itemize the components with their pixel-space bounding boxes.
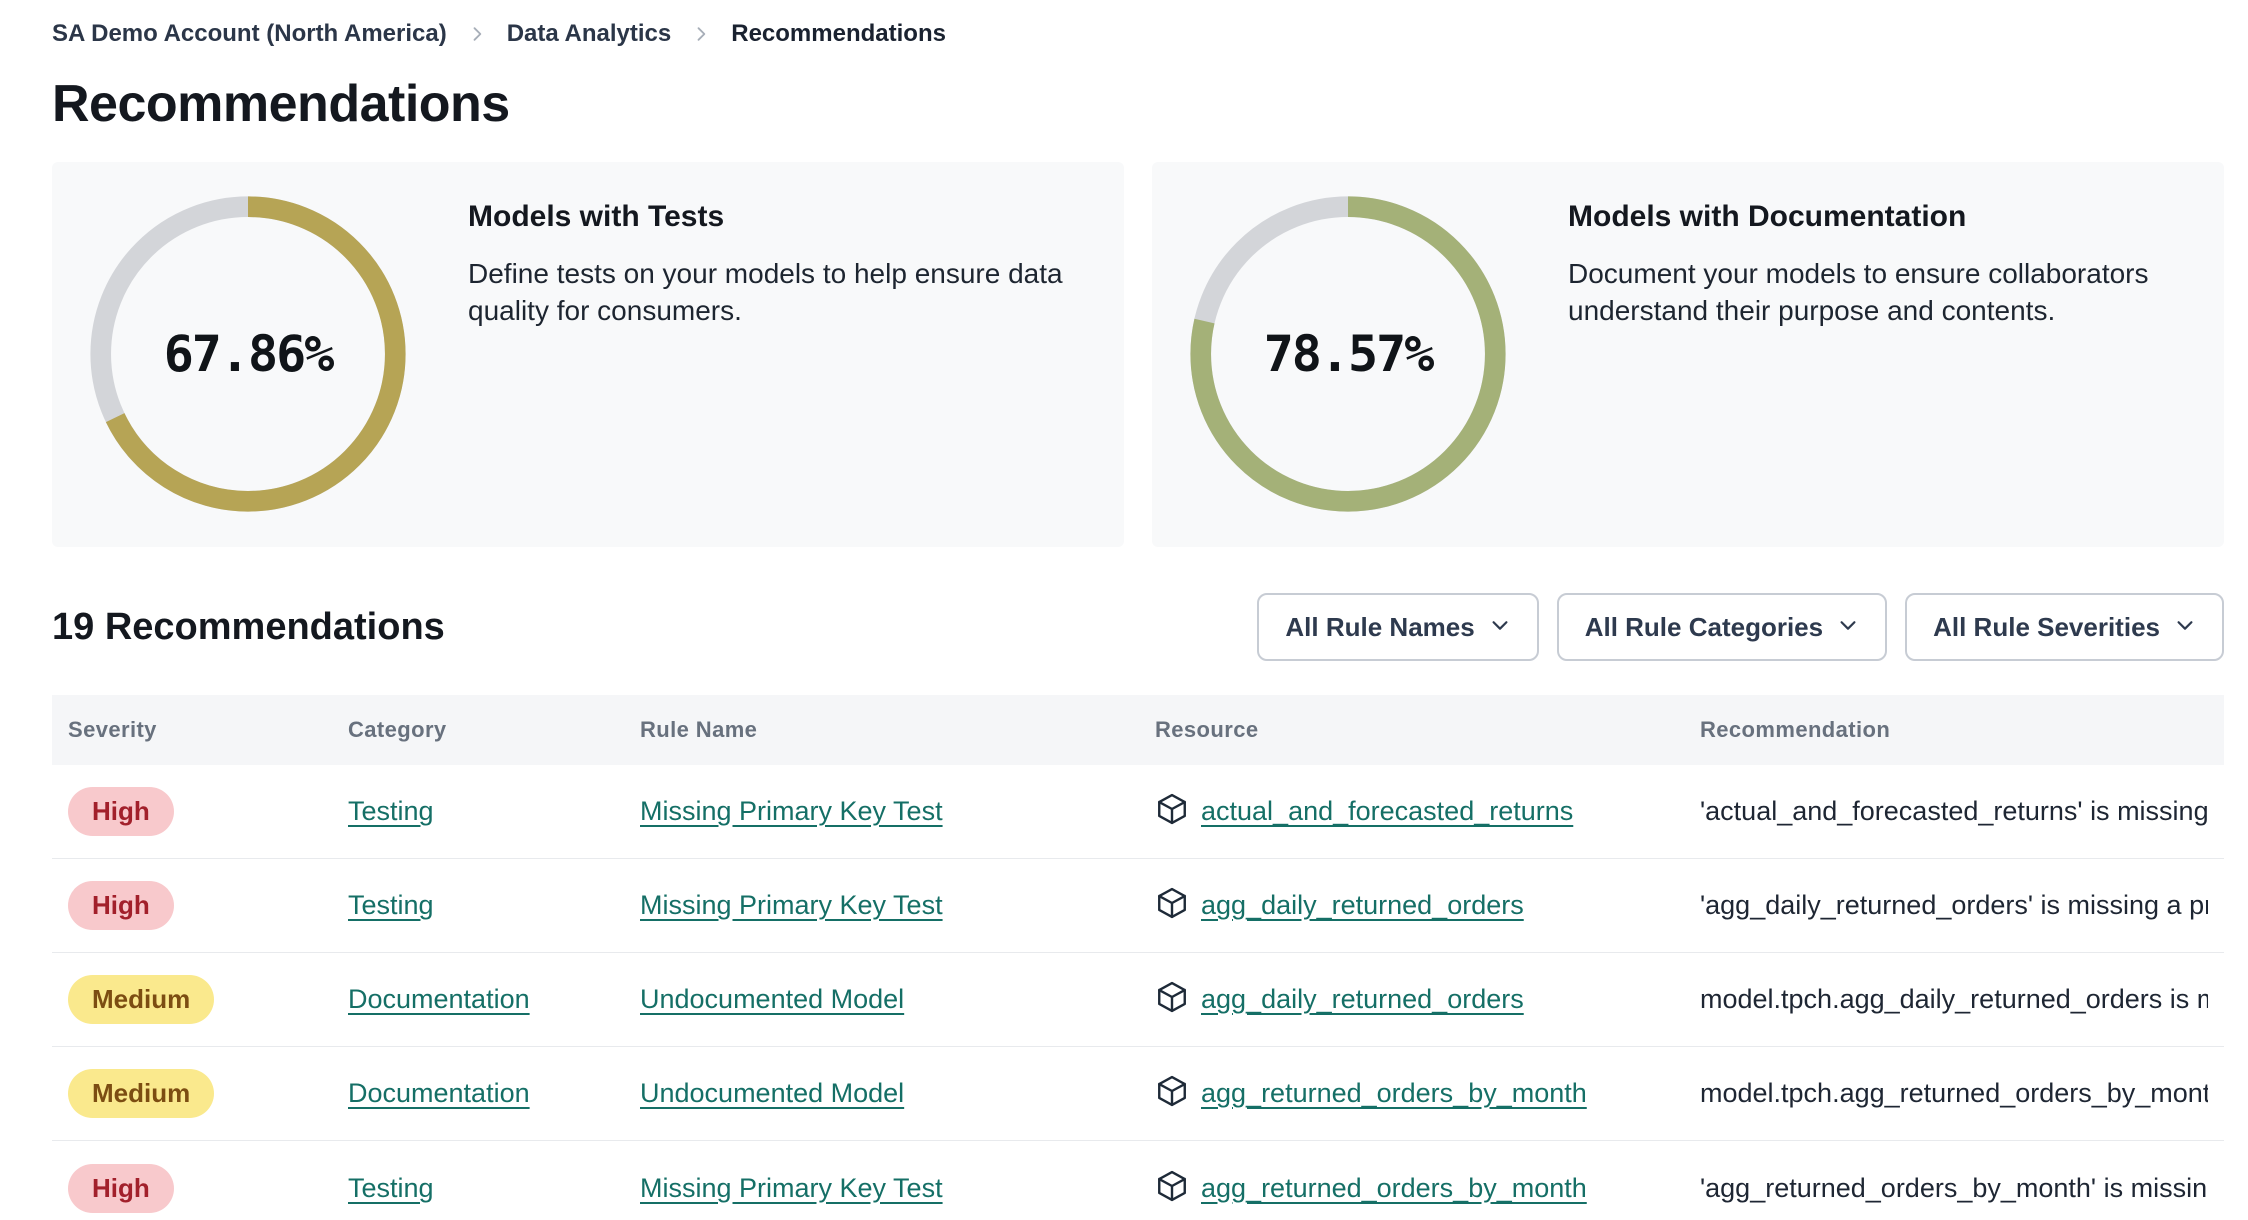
resource-link[interactable]: agg_daily_returned_orders	[1201, 984, 1524, 1015]
rule-name-link[interactable]: Undocumented Model	[640, 1078, 904, 1108]
column-header-recommendation: Recommendation	[1700, 717, 1891, 742]
recommendations-table: Severity Category Rule Name Resource Rec…	[52, 695, 2224, 1220]
model-cube-icon	[1155, 1074, 1189, 1113]
tests-card-description: Define tests on your models to help ensu…	[468, 258, 1063, 326]
recommendations-count-heading: 19 Recommendations	[52, 605, 445, 648]
recommendations-page: SA Demo Account (North America) Data Ana…	[0, 0, 2248, 1220]
table-row: Medium Documentation Undocumented Model …	[52, 953, 2224, 1047]
rule-name-link[interactable]: Missing Primary Key Test	[640, 1173, 943, 1203]
table-body: High Testing Missing Primary Key Test ac…	[52, 765, 2224, 1220]
rule-categories-filter-dropdown[interactable]: All Rule Categories	[1556, 593, 1888, 661]
filters: All Rule Names All Rule Categories All R…	[1257, 593, 2224, 661]
docs-card-text: Models with Documentation Document your …	[1568, 192, 2194, 330]
table-header-row: Severity Category Rule Name Resource Rec…	[52, 695, 2224, 765]
tests-donut-chart: 67.86%	[86, 192, 410, 516]
column-header-severity: Severity	[68, 717, 157, 742]
severity-badge: High	[68, 1163, 174, 1213]
docs-card-title: Models with Documentation	[1568, 200, 1967, 233]
rule-name-link[interactable]: Undocumented Model	[640, 984, 904, 1014]
rule-names-filter-label: All Rule Names	[1285, 611, 1475, 642]
model-cube-icon	[1155, 792, 1189, 831]
resource-link[interactable]: agg_returned_orders_by_month	[1201, 1173, 1587, 1204]
severity-badge: Medium	[68, 975, 215, 1024]
stat-cards: 67.86% Models with Tests Define tests on…	[52, 162, 2224, 547]
rule-name-link[interactable]: Missing Primary Key Test	[640, 796, 943, 826]
column-header-resource: Resource	[1155, 717, 1259, 742]
tests-card-text: Models with Tests Define tests on your m…	[468, 192, 1094, 330]
column-header-rule-name: Rule Name	[640, 717, 758, 742]
docs-percent-label: 78.57%	[1263, 325, 1435, 383]
category-link[interactable]: Testing	[348, 890, 434, 920]
recommendation-text: 'actual_and_forecasted_returns' is missi…	[1700, 796, 2208, 826]
breadcrumb-account-link[interactable]: SA Demo Account (North America)	[52, 20, 447, 48]
rule-names-filter-dropdown[interactable]: All Rule Names	[1257, 593, 1539, 661]
table-row: High Testing Missing Primary Key Test ag…	[52, 1141, 2224, 1220]
model-cube-icon	[1155, 980, 1189, 1019]
rule-severities-filter-label: All Rule Severities	[1933, 611, 2160, 642]
table-row: Medium Documentation Undocumented Model …	[52, 1047, 2224, 1141]
table-row: High Testing Missing Primary Key Test ag…	[52, 859, 2224, 953]
category-link[interactable]: Documentation	[348, 984, 530, 1014]
table-row: High Testing Missing Primary Key Test ac…	[52, 765, 2224, 859]
models-with-docs-card: 78.57% Models with Documentation Documen…	[1152, 162, 2224, 547]
page-title: Recommendations	[52, 75, 510, 133]
recommendation-text: 'agg_returned_orders_by_month' is missin…	[1700, 1172, 2208, 1203]
model-cube-icon	[1155, 1169, 1189, 1208]
chevron-down-icon	[1837, 612, 1859, 643]
breadcrumb-current: Recommendations	[731, 20, 946, 47]
models-with-tests-card: 67.86% Models with Tests Define tests on…	[52, 162, 1124, 547]
chevron-down-icon	[1489, 612, 1511, 643]
docs-card-description: Document your models to ensure collabora…	[1568, 258, 2149, 326]
docs-donut-chart: 78.57%	[1186, 192, 1510, 516]
column-header-category: Category	[348, 717, 447, 742]
breadcrumb-project-link[interactable]: Data Analytics	[507, 20, 672, 48]
resource-link[interactable]: agg_daily_returned_orders	[1201, 890, 1524, 921]
severity-badge: High	[68, 787, 174, 836]
resource-link[interactable]: actual_and_forecasted_returns	[1201, 796, 1573, 827]
rule-severities-filter-dropdown[interactable]: All Rule Severities	[1905, 593, 2224, 661]
rule-categories-filter-label: All Rule Categories	[1584, 611, 1824, 642]
tests-card-title: Models with Tests	[468, 200, 725, 233]
rule-name-link[interactable]: Missing Primary Key Test	[640, 890, 943, 920]
category-link[interactable]: Testing	[348, 1173, 434, 1203]
chevron-down-icon	[2174, 612, 2196, 643]
model-cube-icon	[1155, 886, 1189, 925]
tests-percent-label: 67.86%	[163, 325, 335, 383]
resource-link[interactable]: agg_returned_orders_by_month	[1201, 1078, 1587, 1109]
severity-badge: Medium	[68, 1069, 215, 1118]
category-link[interactable]: Testing	[348, 796, 434, 826]
severity-badge: High	[68, 881, 174, 930]
category-link[interactable]: Documentation	[348, 1078, 530, 1108]
chevron-right-icon	[691, 24, 711, 44]
recommendation-text: model.tpch.agg_daily_returned_orders is …	[1700, 984, 2208, 1014]
list-header: 19 Recommendations All Rule Names All Ru…	[52, 593, 2224, 661]
breadcrumb: SA Demo Account (North America) Data Ana…	[52, 20, 2224, 48]
recommendation-text: 'agg_daily_returned_orders' is missing a…	[1700, 890, 2208, 920]
recommendation-text: model.tpch.agg_returned_orders_by_month …	[1700, 1078, 2208, 1108]
chevron-right-icon	[467, 24, 487, 44]
